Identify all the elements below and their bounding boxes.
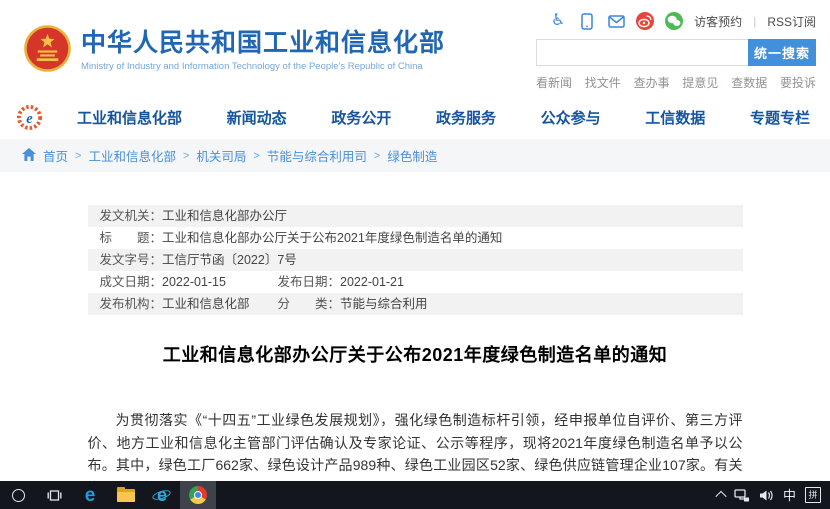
site-header: 中华人民共和国工业和信息化部 Ministry of Industry and … [0,0,830,95]
breadcrumb-energy-dept[interactable]: 节能与综合利用司 [267,146,367,165]
quick-links-row: 看新闻 找文件 查办事 提意见 查数据 要投诉 [536,74,816,91]
site-subtitle: Ministry of Industry and Information Tec… [81,61,445,72]
show-hidden-icons-button[interactable] [717,481,725,509]
meta-label: 发布机构： [100,297,163,311]
meta-label: 发文字号： [100,253,163,267]
meta-label: 发布日期： [278,275,341,289]
volume-icon [759,489,774,502]
header-link-divider: | [753,14,756,28]
accessibility-icon[interactable]: ♿ [549,12,567,30]
meta-col2: 发布日期：2022-01-21 [278,271,404,293]
file-explorer-button[interactable] [108,481,144,509]
breadcrumb-separator: > [183,150,189,162]
meta-col2: 分 类：节能与综合利用 [278,293,428,315]
breadcrumb-departments[interactable]: 机关司局 [196,146,246,165]
site-logo[interactable]: 中华人民共和国工业和信息化部 Ministry of Industry and … [24,25,445,77]
taskbar-apps: e e [0,481,216,509]
file-explorer-icon [117,489,135,502]
national-emblem-icon [24,25,71,77]
network-icon [734,489,750,502]
breadcrumb-separator: > [75,150,81,162]
meta-label: 成文日期： [100,275,163,289]
breadcrumb-separator: > [253,150,259,162]
nav-items: 工业和信息化部 新闻动态 政务公开 政务服务 公众参与 工信数据 专题专栏 [77,107,810,128]
svg-text:e: e [26,110,33,126]
breadcrumb-green-manufacturing: 绿色制造 [387,146,437,165]
internet-explorer-button[interactable]: e [144,481,180,509]
search-bar: 统一搜索 [536,39,816,66]
meta-label: 分 类： [278,297,341,311]
meta-row-issuing-office: 发文机关：工业和信息化部办公厅 [88,205,743,227]
task-view-button[interactable] [36,481,72,509]
breadcrumb: 首页 > 工业和信息化部 > 机关司局 > 节能与综合利用司 > 绿色制造 [0,139,830,172]
chevron-up-icon [715,491,726,502]
meta-value: 2022-01-21 [340,275,404,289]
article-title: 工业和信息化部办公厅关于公布2021年度绿色制造名单的通知 [88,341,743,367]
meta-value: 工业和信息化部 [162,297,250,311]
miit-gear-logo-icon[interactable]: e [16,104,43,131]
meta-label: 发文机关： [100,209,163,223]
meta-value: 节能与综合利用 [340,297,428,311]
nav-item-miit[interactable]: 工业和信息化部 [77,107,182,128]
meta-row-title: 标 题：工业和信息化部办公厅关于公布2021年度绿色制造名单的通知 [88,227,743,249]
visitor-appointment-link[interactable]: 访客预约 [694,13,742,30]
search-button[interactable]: 统一搜索 [748,39,816,66]
quick-link-services[interactable]: 查办事 [634,74,670,91]
nav-item-public-participation[interactable]: 公众参与 [541,107,601,128]
network-button[interactable] [734,481,750,509]
edge-icon: e [85,486,96,505]
meta-row-doc-number: 发文字号：工信厅节函〔2022〕7号 [88,249,743,271]
document-meta-table: 发文机关：工业和信息化部办公厅 标 题：工业和信息化部办公厅关于公布2021年度… [88,205,743,315]
meta-value: 工业和信息化部办公厅 [162,209,287,223]
meta-row-publisher: 发布机构：工业和信息化部 分 类：节能与综合利用 [88,293,743,315]
meta-value: 工业和信息化部办公厅关于公布2021年度绿色制造名单的通知 [162,231,502,245]
weibo-icon[interactable] [636,12,654,30]
system-tray: 中 拼 [717,481,830,509]
volume-button[interactable] [759,481,774,509]
ime-language-indicator[interactable]: 中 [783,481,796,509]
meta-value: 工信厅节函〔2022〕7号 [162,253,297,267]
mobile-icon[interactable] [578,12,596,30]
mail-icon[interactable] [607,12,625,30]
cortana-button[interactable] [0,481,36,509]
breadcrumb-home[interactable]: 首页 [43,146,68,165]
article-paragraph: 为贯彻落实《“十四五”工业绿色发展规划》，强化绿色制造标杆引领，经申报单位自评价… [88,409,743,481]
header-utilities: ♿ 访客预约 | RSS订阅 统一搜索 [536,8,816,91]
internet-explorer-icon: e [152,485,172,505]
ime-mode-icon: 拼 [805,487,821,503]
main-nav: e 工业和信息化部 新闻动态 政务公开 政务服务 公众参与 工信数据 专题专栏 [0,95,830,139]
meta-label: 标 题： [100,231,163,245]
header-icon-row: ♿ 访客预约 | RSS订阅 [536,8,816,34]
quick-link-news[interactable]: 看新闻 [536,74,572,91]
cortana-icon [12,489,25,502]
chrome-icon [189,486,207,504]
article-body: 为贯彻落实《“十四五”工业绿色发展规划》，强化绿色制造标杆引领，经申报单位自评价… [88,409,743,481]
quick-link-files[interactable]: 找文件 [585,74,621,91]
nav-item-news[interactable]: 新闻动态 [227,107,287,128]
ime-mode-button[interactable]: 拼 [805,481,821,509]
nav-item-special-columns[interactable]: 专题专栏 [750,107,810,128]
breadcrumb-separator: > [374,150,380,162]
chrome-button[interactable] [180,481,216,509]
search-input[interactable] [536,39,748,66]
quick-link-complaint[interactable]: 要投诉 [780,74,816,91]
quick-link-data[interactable]: 查数据 [731,74,767,91]
site-title: 中华人民共和国工业和信息化部 [81,30,445,58]
wechat-icon[interactable] [665,12,683,30]
meta-value: 2022-01-15 [162,275,226,289]
meta-row-dates: 成文日期：2022-01-15 发布日期：2022-01-21 [88,271,743,293]
browser-page: 中华人民共和国工业和信息化部 Ministry of Industry and … [0,0,830,481]
breadcrumb-miit[interactable]: 工业和信息化部 [88,146,176,165]
windows-taskbar: e e 中 拼 [0,481,830,509]
site-title-block: 中华人民共和国工业和信息化部 Ministry of Industry and … [81,30,445,72]
quick-link-feedback[interactable]: 提意见 [682,74,718,91]
task-view-icon [47,489,62,502]
document-content: 发文机关：工业和信息化部办公厅 标 题：工业和信息化部办公厅关于公布2021年度… [88,205,743,481]
nav-item-gov-disclosure[interactable]: 政务公开 [331,107,391,128]
nav-item-gov-services[interactable]: 政务服务 [436,107,496,128]
home-icon [22,148,36,164]
nav-item-data[interactable]: 工信数据 [645,107,705,128]
edge-button[interactable]: e [72,481,108,509]
rss-subscribe-link[interactable]: RSS订阅 [767,13,816,30]
